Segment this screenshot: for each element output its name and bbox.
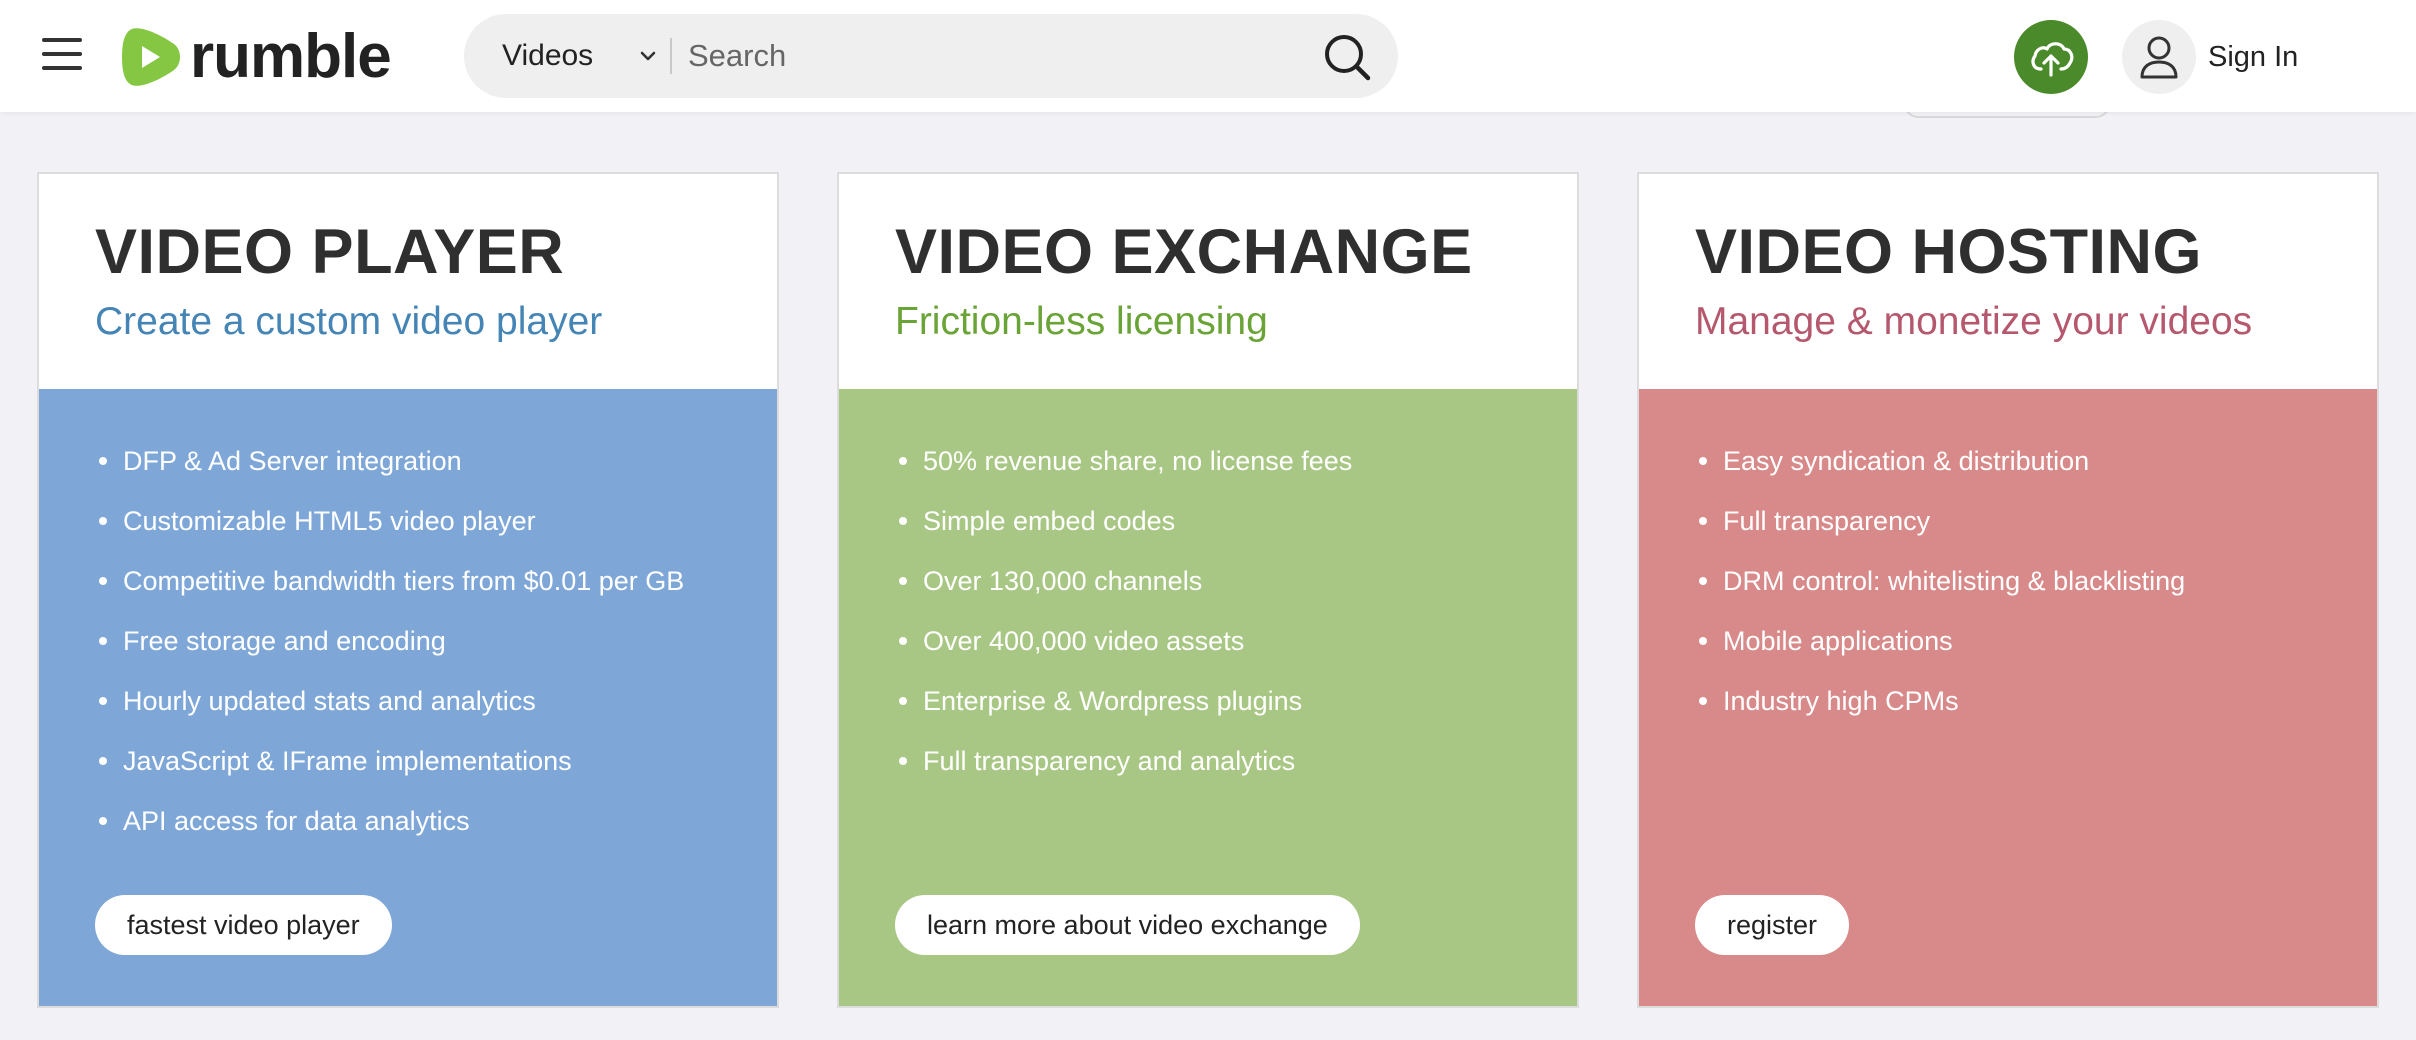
logo-text: rumble — [190, 22, 392, 91]
card-body: Easy syndication & distribution Full tra… — [1639, 389, 2377, 1006]
card-title: VIDEO HOSTING — [1695, 217, 2203, 287]
user-icon — [2140, 36, 2178, 79]
card-header: VIDEO EXCHANGE Friction-less licensing — [839, 174, 1577, 389]
list-item: 50% revenue share, no license fees — [895, 441, 1352, 501]
card-body: DFP & Ad Server integration Customizable… — [39, 389, 777, 1006]
list-item: Hourly updated stats and analytics — [95, 681, 684, 741]
card-header: VIDEO PLAYER Create a custom video playe… — [39, 174, 777, 389]
feature-list: Easy syndication & distribution Full tra… — [1695, 441, 2185, 741]
list-item: Full transparency and analytics — [895, 741, 1352, 801]
sign-in-button[interactable]: Sign In — [2122, 18, 2298, 96]
card-title: VIDEO PLAYER — [95, 217, 565, 287]
search-category-select[interactable]: Videos — [502, 14, 593, 98]
video-exchange-card: VIDEO EXCHANGE Friction-less licensing 5… — [837, 172, 1579, 1008]
card-subtitle: Friction-less licensing — [895, 300, 1268, 343]
chevron-down-icon[interactable] — [636, 44, 660, 68]
list-item: Free storage and encoding — [95, 621, 684, 681]
list-item: DRM control: whitelisting & blacklisting — [1695, 561, 2185, 621]
list-item: Customizable HTML5 video player — [95, 501, 684, 561]
search-divider — [670, 38, 672, 74]
list-item: Over 400,000 video assets — [895, 621, 1352, 681]
list-item: Competitive bandwidth tiers from $0.01 p… — [95, 561, 684, 621]
search-bar: Videos — [464, 14, 1398, 98]
list-item: Easy syndication & distribution — [1695, 441, 2185, 501]
avatar — [2122, 20, 2196, 94]
card-subtitle: Create a custom video player — [95, 300, 603, 343]
card-body: 50% revenue share, no license fees Simpl… — [839, 389, 1577, 1006]
search-icon — [1325, 35, 1371, 81]
list-item: Simple embed codes — [895, 501, 1352, 561]
menu-icon[interactable] — [38, 34, 86, 74]
card-subtitle: Manage & monetize your videos — [1695, 300, 2253, 343]
top-header: rumble Videos Sign In — [0, 0, 2416, 112]
list-item: DFP & Ad Server integration — [95, 441, 684, 501]
list-item: Over 130,000 channels — [895, 561, 1352, 621]
list-item: Enterprise & Wordpress plugins — [895, 681, 1352, 741]
rumble-logo[interactable]: rumble — [120, 22, 392, 92]
sign-in-label: Sign In — [2208, 40, 2299, 73]
card-header: VIDEO HOSTING Manage & monetize your vid… — [1639, 174, 2377, 389]
card-title: VIDEO EXCHANGE — [895, 217, 1473, 287]
search-input[interactable] — [688, 26, 1288, 86]
register-button[interactable]: register — [1695, 895, 1850, 955]
fastest-video-player-button[interactable]: fastest video player — [95, 895, 392, 955]
learn-more-video-exchange-button[interactable]: learn more about video exchange — [895, 895, 1360, 955]
search-button[interactable] — [1320, 30, 1376, 86]
feature-list: DFP & Ad Server integration Customizable… — [95, 441, 684, 861]
video-hosting-card: VIDEO HOSTING Manage & monetize your vid… — [1637, 172, 2379, 1008]
feature-list: 50% revenue share, no license fees Simpl… — [895, 441, 1352, 801]
list-item: Full transparency — [1695, 501, 2185, 561]
video-player-card: VIDEO PLAYER Create a custom video playe… — [37, 172, 779, 1008]
rumble-play-logo-icon — [122, 28, 180, 86]
cloud-upload-icon — [2031, 42, 2074, 77]
list-item: Mobile applications — [1695, 621, 2185, 681]
list-item: Industry high CPMs — [1695, 681, 2185, 741]
list-item: API access for data analytics — [95, 801, 684, 861]
list-item: JavaScript & IFrame implementations — [95, 741, 684, 801]
upload-button[interactable] — [2014, 20, 2088, 94]
